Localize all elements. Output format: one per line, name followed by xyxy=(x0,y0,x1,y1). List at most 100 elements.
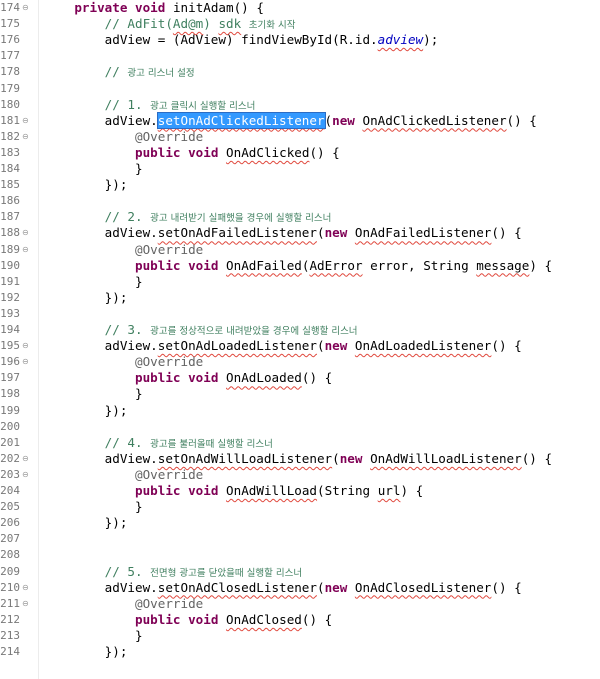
line-number: 202 xyxy=(0,451,20,465)
fold-toggle-icon[interactable]: ⊖ xyxy=(22,358,29,366)
code-text[interactable]: private void initAdam() { xyxy=(44,0,264,16)
fold-toggle-icon[interactable]: ⊖ xyxy=(22,470,29,479)
code-text[interactable]: public void OnAdWillLoad(String url) { xyxy=(44,483,423,499)
code-text[interactable]: @Override xyxy=(44,596,203,612)
code-line-188[interactable]: 188 ⊖ adView.setOnAdFailedListener(new On… xyxy=(0,225,600,241)
code-line-200[interactable]: 200 xyxy=(0,419,600,435)
code-text[interactable]: adView.setOnAdClosedListener(new OnAdClo… xyxy=(44,580,522,596)
code-text[interactable]: @Override xyxy=(44,354,203,370)
code-line-185[interactable]: 185 }); xyxy=(0,177,600,193)
code-text[interactable]: adView.setOnAdClickedListener(new OnAdCl… xyxy=(44,111,537,129)
code-text[interactable]: adView.setOnAdWillLoadListener(new OnAdW… xyxy=(44,451,552,467)
code-line-178[interactable]: 178 // 광고 리스너 설정 xyxy=(0,64,600,80)
code-text[interactable]: adView = (AdView) findViewById(R.id.advi… xyxy=(44,32,439,48)
code-text[interactable]: @Override xyxy=(44,129,203,145)
fold-toggle-icon[interactable]: ⊖ xyxy=(22,4,29,12)
code-line-196[interactable]: 196 ⊖ @Override xyxy=(0,354,600,370)
code-line-203[interactable]: 203 ⊖ @Override xyxy=(0,467,600,483)
code-text[interactable]: public void OnAdLoaded() { xyxy=(44,370,332,386)
fold-toggle-icon[interactable]: ⊖ xyxy=(22,454,29,463)
code-line-212[interactable]: 212 public void OnAdClosed() { xyxy=(0,612,600,628)
line-number: 195 xyxy=(0,339,20,353)
code-line-206[interactable]: 206 }); xyxy=(0,515,600,531)
code-line-176[interactable]: 176 adView = (AdView) findViewById(R.id.… xyxy=(0,32,600,48)
line-number: 207 xyxy=(0,532,20,546)
code-line-202[interactable]: 202 ⊖ adView.setOnAdWillLoadListener(new … xyxy=(0,451,600,467)
code-line-209[interactable]: 209 // 5. 전면형 광고를 닫았을때 실행할 리스너 xyxy=(0,564,600,580)
code-line-201[interactable]: 201 // 4. 광고를 불러올때 실행할 리스너 xyxy=(0,435,600,451)
code-line-194[interactable]: 194 // 3. 광고를 정상적으로 내려받았을 경우에 실행할 리스너 xyxy=(0,322,600,338)
code-line-197[interactable]: 197 public void OnAdLoaded() { xyxy=(0,370,600,386)
line-number: 188 xyxy=(0,226,20,240)
code-line-191[interactable]: 191 } xyxy=(0,274,600,290)
line-number: 186 xyxy=(0,194,20,208)
code-text[interactable]: }); xyxy=(44,515,128,531)
code-text[interactable]: }); xyxy=(44,290,128,306)
code-line-205[interactable]: 205 } xyxy=(0,499,600,515)
code-line-177[interactable]: 177 xyxy=(0,48,600,64)
code-text[interactable]: // 4. 광고를 불러올때 실행할 리스너 xyxy=(44,435,273,451)
code-line-192[interactable]: 192 }); xyxy=(0,290,600,306)
fold-toggle-icon[interactable]: ⊖ xyxy=(22,132,29,141)
fold-toggle-icon[interactable]: ⊖ xyxy=(22,599,29,608)
code-text[interactable]: // AdFit(Ad@m) sdk 초기화 시작 xyxy=(44,16,296,32)
code-line-204[interactable]: 204 public void OnAdWillLoad(String url)… xyxy=(0,483,600,499)
code-text[interactable]: }); xyxy=(44,177,128,193)
code-line-193[interactable]: 193 xyxy=(0,306,600,322)
code-line-213[interactable]: 213 } xyxy=(0,628,600,644)
code-text[interactable]: @Override xyxy=(44,242,203,258)
line-number: 177 xyxy=(0,49,20,63)
code-text[interactable]: } xyxy=(44,161,143,177)
code-text[interactable]: @Override xyxy=(44,467,203,483)
code-line-179[interactable]: 179 xyxy=(0,81,600,97)
code-line-175[interactable]: 175 // AdFit(Ad@m) sdk 초기화 시작 xyxy=(0,16,600,32)
line-number: 198 xyxy=(0,387,20,401)
code-text[interactable]: public void OnAdClicked() { xyxy=(44,145,340,161)
line-number: 180 xyxy=(0,97,20,111)
line-number: 183 xyxy=(0,145,20,159)
code-text[interactable]: }); xyxy=(44,403,128,419)
code-line-199[interactable]: 199 }); xyxy=(0,403,600,419)
code-line-180[interactable]: 180 // 1. 광고 클릭시 실행할 리스너 xyxy=(0,97,600,113)
line-number: 175 xyxy=(0,17,20,31)
code-line-208[interactable]: 208 xyxy=(0,547,600,563)
code-line-211[interactable]: 211 ⊖ @Override xyxy=(0,596,600,612)
code-text[interactable]: public void OnAdFailed(AdError error, St… xyxy=(44,258,552,274)
code-line-181[interactable]: 181 ⊖ adView.setOnAdClickedListener(new O… xyxy=(0,111,600,129)
code-line-182[interactable]: 182 ⊖ @Override xyxy=(0,129,600,145)
code-line-190[interactable]: 190 public void OnAdFailed(AdError error… xyxy=(0,258,600,274)
code-line-186[interactable]: 186 xyxy=(0,193,600,209)
code-text[interactable]: // 3. 광고를 정상적으로 내려받았을 경우에 실행할 리스너 xyxy=(44,322,358,338)
fold-toggle-icon[interactable]: ⊖ xyxy=(22,583,29,592)
code-text[interactable]: } xyxy=(44,386,143,402)
code-line-207[interactable]: 207 xyxy=(0,531,600,547)
code-line-187[interactable]: 187 // 2. 광고 내려받기 실패했을 경우에 실행할 리스너 xyxy=(0,209,600,225)
code-text[interactable]: } xyxy=(44,499,143,515)
code-text[interactable]: // 5. 전면형 광고를 닫았을때 실행할 리스너 xyxy=(44,564,302,580)
code-text[interactable]: // 광고 리스너 설정 xyxy=(44,64,195,80)
code-line-195[interactable]: 195 ⊖ adView.setOnAdLoadedListener(new On… xyxy=(0,338,600,354)
line-number: 203 xyxy=(0,467,20,481)
code-text[interactable]: adView.setOnAdFailedListener(new OnAdFai… xyxy=(44,225,522,241)
code-line-214[interactable]: 214 }); xyxy=(0,644,600,660)
code-line-210[interactable]: 210 ⊖ adView.setOnAdClosedListener(new On… xyxy=(0,580,600,596)
line-number: 192 xyxy=(0,290,20,304)
fold-toggle-icon[interactable]: ⊖ xyxy=(22,116,29,125)
code-text[interactable]: // 2. 광고 내려받기 실패했을 경우에 실행할 리스너 xyxy=(44,209,332,225)
code-text[interactable]: } xyxy=(44,274,143,290)
code-line-184[interactable]: 184 } xyxy=(0,161,600,177)
line-number: 199 xyxy=(0,403,20,417)
fold-toggle-icon[interactable]: ⊖ xyxy=(22,229,29,237)
code-line-183[interactable]: 183 public void OnAdClicked() { xyxy=(0,145,600,161)
code-text[interactable]: }); xyxy=(44,644,128,660)
code-line-198[interactable]: 198 } xyxy=(0,386,600,402)
code-text[interactable]: } xyxy=(44,628,143,644)
code-line-174[interactable]: 174 ⊖ private void initAdam() { xyxy=(0,0,600,16)
fold-toggle-icon[interactable]: ⊖ xyxy=(22,342,29,350)
code-text[interactable]: // 1. 광고 클릭시 실행할 리스너 xyxy=(44,97,256,113)
code-line-189[interactable]: 189 ⊖ @Override xyxy=(0,242,600,258)
code-editor[interactable]: 174 ⊖ private void initAdam() {175 // AdF… xyxy=(0,0,600,679)
code-text[interactable]: adView.setOnAdLoadedListener(new OnAdLoa… xyxy=(44,338,522,354)
code-text[interactable]: public void OnAdClosed() { xyxy=(44,612,332,628)
fold-toggle-icon[interactable]: ⊖ xyxy=(22,245,29,254)
